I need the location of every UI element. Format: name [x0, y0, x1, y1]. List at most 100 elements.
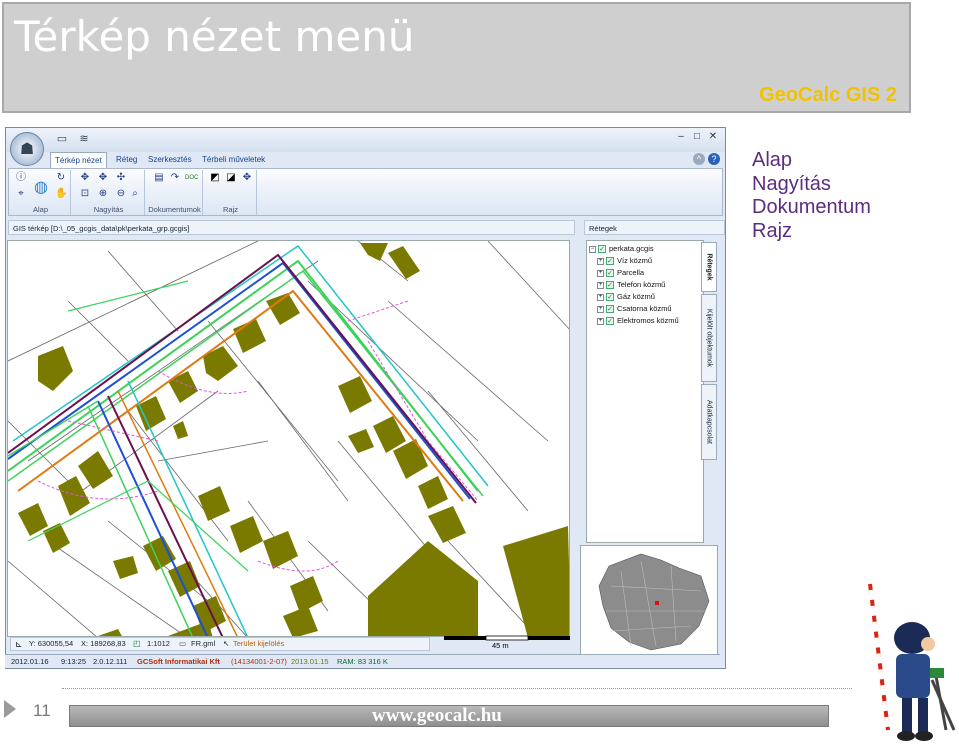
- layers-stack-icon[interactable]: ≋: [76, 132, 92, 146]
- telephone-line: [127, 380, 248, 636]
- tab-terkep-nezet[interactable]: Térkép nézet: [50, 152, 107, 168]
- maximize-button[interactable]: □: [690, 131, 704, 143]
- close-button[interactable]: ✕: [706, 131, 720, 143]
- selection-mode: Terület kijelölés: [233, 639, 285, 648]
- tab-terbeli-muveletek[interactable]: Térbeli műveletek: [198, 152, 269, 168]
- electric-line: [8, 400, 99, 457]
- sewer-line: [107, 395, 224, 636]
- draw-fill-icon[interactable]: ◩: [209, 172, 221, 184]
- ribbon-group-rajz: ◩ ◪ ✥ Rajz: [205, 170, 257, 215]
- side-tab-adatkapcsolat[interactable]: Adatkapcsolat: [701, 384, 717, 460]
- building: [360, 243, 388, 261]
- help-icon[interactable]: ?: [708, 153, 720, 165]
- side-list: Alap Nagyítás Dokumentum Rajz: [752, 149, 871, 243]
- pan-hand-icon[interactable]: ✋: [55, 188, 67, 200]
- expand-icon[interactable]: +: [597, 293, 604, 301]
- ribbon-group-label: Rajz: [222, 205, 238, 214]
- scale-value[interactable]: 1:1012: [147, 638, 170, 650]
- overview-map[interactable]: [580, 545, 718, 655]
- zoom-previous-icon[interactable]: ⌕: [129, 188, 141, 200]
- document-icon[interactable]: ▤: [153, 172, 165, 184]
- side-tab-kijelolt-objektumok[interactable]: Kijelölt objektumok: [701, 294, 717, 382]
- status-time: 9:13:25: [61, 657, 87, 666]
- globe-refresh-icon[interactable]: ◍: [31, 178, 51, 198]
- layers-header: Rétegek: [584, 220, 725, 235]
- building: [263, 531, 298, 569]
- zoom-extent-icon[interactable]: ✥: [79, 172, 91, 184]
- side-tabs: Rétegek Kijelölt objektumok Adatkapcsola…: [701, 242, 717, 460]
- zoom-out-icon[interactable]: ⊖: [115, 188, 127, 200]
- collapse-icon[interactable]: −: [589, 245, 596, 253]
- expand-icon[interactable]: +: [597, 269, 604, 277]
- info-icon[interactable]: ⓘ: [15, 172, 27, 184]
- checkbox-checked-icon[interactable]: ✓: [606, 293, 614, 302]
- side-list-item: Dokumentum: [752, 196, 871, 218]
- map-scalebar: 45 m: [444, 635, 571, 651]
- ribbon-group-alap: ⓘ ◍ ↻ ✋ ⌖ Alap: [11, 170, 71, 215]
- side-tab-label: Kijelölt objektumok: [705, 308, 713, 368]
- footer-url[interactable]: www.geocalc.hu: [372, 705, 502, 727]
- ribbon-group-label: Nagyítás: [93, 205, 124, 214]
- zoom-window-icon[interactable]: ⊡: [79, 188, 91, 200]
- draw-move-icon[interactable]: ✥: [241, 172, 253, 184]
- select-icon[interactable]: ⌖: [15, 188, 27, 200]
- rotate-icon[interactable]: ↷: [169, 172, 181, 184]
- checkbox-checked-icon[interactable]: ✓: [606, 269, 614, 278]
- building: [198, 486, 230, 521]
- layer-item[interactable]: + ✓ Parcella: [597, 267, 644, 279]
- axis-icon: ⊾: [15, 639, 23, 649]
- side-list-item: Rajz: [752, 219, 793, 242]
- layer-root[interactable]: − ✓ perkata.gcgis: [589, 243, 654, 255]
- water-line: [97, 400, 209, 636]
- ribbon-collapse-icon[interactable]: ^: [693, 153, 705, 165]
- file-icon: ▭: [179, 639, 187, 648]
- zoom-in-icon[interactable]: ⊕: [97, 188, 109, 200]
- doc-export-icon[interactable]: DOC: [185, 172, 198, 184]
- zoom-fit-icon[interactable]: ✣: [115, 172, 127, 184]
- draw-shape-icon[interactable]: ◪: [225, 172, 237, 184]
- building: [388, 246, 420, 279]
- layer-item[interactable]: + ✓ Víz közmű: [597, 255, 652, 267]
- electric-line: [67, 280, 189, 312]
- electric-line: [87, 405, 193, 636]
- ribbon-group-label: Alap: [32, 205, 48, 214]
- side-list-item: Alap: [752, 149, 793, 171]
- side-tab-label: Adatkapcsolat: [705, 400, 713, 444]
- checkbox-checked-icon[interactable]: ✓: [606, 317, 614, 326]
- building: [283, 606, 318, 636]
- app-menu-button[interactable]: ☗: [10, 132, 44, 166]
- side-list-item: Nagyítás: [752, 172, 831, 195]
- building: [348, 429, 374, 453]
- open-folder-icon[interactable]: ▭: [54, 132, 70, 146]
- layer-item[interactable]: + ✓ Telefon közmű: [597, 279, 665, 291]
- checkbox-checked-icon[interactable]: ✓: [598, 245, 606, 254]
- layer-item[interactable]: + ✓ Csatorna közmű: [597, 303, 672, 315]
- zoom-move-icon[interactable]: ✥: [97, 172, 109, 184]
- building: [113, 556, 138, 579]
- expand-icon[interactable]: +: [597, 257, 604, 265]
- building: [418, 476, 448, 509]
- minimize-button[interactable]: –: [674, 131, 688, 143]
- side-tab-retegek[interactable]: Rétegek: [701, 242, 717, 292]
- ribbon-group-dokumentumok: ▤ ↷ DOC Dokumentumok: [147, 170, 203, 215]
- layer-item[interactable]: + ✓ Gáz közmű: [597, 291, 655, 303]
- expand-icon[interactable]: +: [597, 317, 604, 325]
- refresh-icon[interactable]: ↻: [55, 172, 67, 184]
- checkbox-checked-icon[interactable]: ✓: [606, 281, 614, 290]
- checkbox-checked-icon[interactable]: ✓: [606, 257, 614, 266]
- ribbon: ⓘ ◍ ↻ ✋ ⌖ Alap ✥ ✥ ✣ ⊡ ⊕ ⊖ ⌕ Nagyítás ▤ …: [8, 168, 723, 216]
- status-company: GCSoft Informatikai Kft: [137, 657, 220, 666]
- map-canvas[interactable]: [7, 240, 570, 637]
- expand-icon[interactable]: +: [597, 281, 604, 289]
- expand-icon[interactable]: +: [597, 305, 604, 313]
- building: [58, 476, 90, 516]
- tab-reteg[interactable]: Réteg: [112, 152, 141, 168]
- footer-arrow-icon: [4, 700, 16, 718]
- layer-item[interactable]: + ✓ Elektromos közmű: [597, 315, 679, 327]
- scale-label: 45 m: [492, 641, 509, 650]
- checkbox-checked-icon[interactable]: ✓: [606, 305, 614, 314]
- layer-label: Telefon közmű: [617, 280, 666, 289]
- map-header: GIS térkép [D:\_05_gcgis_data\pk\perkata…: [8, 220, 575, 235]
- tab-szerkesztes[interactable]: Szerkesztés: [144, 152, 196, 168]
- status-bar: 2012.01.16 9:13:25 2.0.12.111 GCSoft Inf…: [5, 654, 720, 668]
